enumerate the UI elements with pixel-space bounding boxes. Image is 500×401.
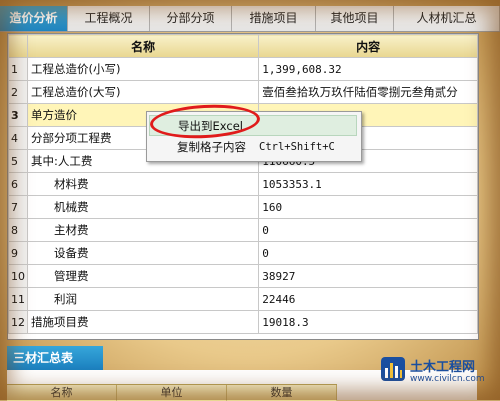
tab-sub-items[interactable]: 分部分项 <box>150 6 232 31</box>
table-row[interactable]: 6 材料费 1053353.1 <box>8 172 478 196</box>
cell-value[interactable]: 160 <box>258 195 478 219</box>
cell-name[interactable]: 工程总造价(大写) <box>26 80 260 104</box>
logo-url: www.civilcn.com <box>410 374 485 384</box>
cell-name[interactable]: 工程总造价(小写) <box>26 57 260 81</box>
row-number: 6 <box>8 172 28 196</box>
menu-item-copy-cell[interactable]: 复制格子内容 Ctrl+Shift+C <box>149 137 357 158</box>
bottom-header-unit[interactable]: 单位 <box>117 385 227 401</box>
header-name[interactable]: 名称 <box>26 34 260 58</box>
menu-item-label: 复制格子内容 <box>177 140 246 154</box>
header-corner <box>8 34 28 58</box>
cost-table-panel: 名称 内容 1 工程总造价(小写) 1,399,608.32 2 工程总造价(大… <box>7 33 479 340</box>
row-number: 10 <box>8 264 28 288</box>
cell-value[interactable]: 1053353.1 <box>258 172 478 196</box>
cell-name[interactable]: 利润 <box>26 287 260 311</box>
table-row[interactable]: 11 利润 22446 <box>8 287 478 311</box>
cell-name[interactable]: 材料费 <box>26 172 260 196</box>
bottom-header-name[interactable]: 名称 <box>7 385 117 401</box>
cell-value[interactable]: 19018.3 <box>258 310 478 334</box>
cell-value[interactable]: 22446 <box>258 287 478 311</box>
cell-value[interactable]: 壹佰叁拾玖万玖仟陆佰零捌元叁角贰分 <box>258 80 478 104</box>
cost-table: 名称 内容 1 工程总造价(小写) 1,399,608.32 2 工程总造价(大… <box>8 34 478 334</box>
row-number: 12 <box>8 310 28 334</box>
tab-bar: 造价分析 工程概况 分部分项 措施项目 其他项目 人材机汇总 <box>0 6 500 32</box>
cell-value[interactable]: 38927 <box>258 264 478 288</box>
row-number: 3 <box>8 103 28 127</box>
row-number: 8 <box>8 218 28 242</box>
table-row[interactable]: 8 主材费 0 <box>8 218 478 242</box>
bottom-table-header: 名称 单位 数量 <box>7 384 337 401</box>
cell-value[interactable]: 1,399,608.32 <box>258 57 478 81</box>
tab-cost-analysis[interactable]: 造价分析 <box>0 6 68 31</box>
site-logo: 土木工程网 www.civilcn.com <box>380 352 495 392</box>
menu-item-shortcut: Ctrl+Shift+C <box>259 141 335 153</box>
row-number: 1 <box>8 57 28 81</box>
tab-labor-material-summary[interactable]: 人材机汇总 <box>394 6 500 31</box>
cell-value[interactable]: 0 <box>258 241 478 265</box>
table-row[interactable]: 2 工程总造价(大写) 壹佰叁拾玖万玖仟陆佰零捌元叁角贰分 <box>8 80 478 104</box>
tab-other-items[interactable]: 其他项目 <box>316 6 394 31</box>
row-number: 7 <box>8 195 28 219</box>
cell-name[interactable]: 主材费 <box>26 218 260 242</box>
table-row[interactable]: 7 机械费 160 <box>8 195 478 219</box>
row-number: 11 <box>8 287 28 311</box>
cell-name[interactable]: 管理费 <box>26 264 260 288</box>
tab-measures[interactable]: 措施项目 <box>232 6 316 31</box>
table-header-row: 名称 内容 <box>8 34 478 58</box>
row-number: 5 <box>8 149 28 173</box>
table-row[interactable]: 1 工程总造价(小写) 1,399,608.32 <box>8 57 478 81</box>
cell-name[interactable]: 措施项目费 <box>26 310 260 334</box>
bottom-header-quantity[interactable]: 数量 <box>227 385 337 401</box>
row-number: 2 <box>8 80 28 104</box>
table-row[interactable]: 10 管理费 38927 <box>8 264 478 288</box>
cell-name[interactable]: 机械费 <box>26 195 260 219</box>
table-row[interactable]: 12 措施项目费 19018.3 <box>8 310 478 334</box>
bottom-section-title: 三材汇总表 <box>7 346 103 370</box>
logo-name: 土木工程网 <box>410 360 476 375</box>
header-content[interactable]: 内容 <box>258 34 478 58</box>
tab-project-overview[interactable]: 工程概况 <box>68 6 150 31</box>
row-number: 9 <box>8 241 28 265</box>
cell-name[interactable]: 设备费 <box>26 241 260 265</box>
row-number: 4 <box>8 126 28 150</box>
table-row[interactable]: 9 设备费 0 <box>8 241 478 265</box>
cell-value[interactable]: 0 <box>258 218 478 242</box>
logo-icon <box>381 357 405 381</box>
